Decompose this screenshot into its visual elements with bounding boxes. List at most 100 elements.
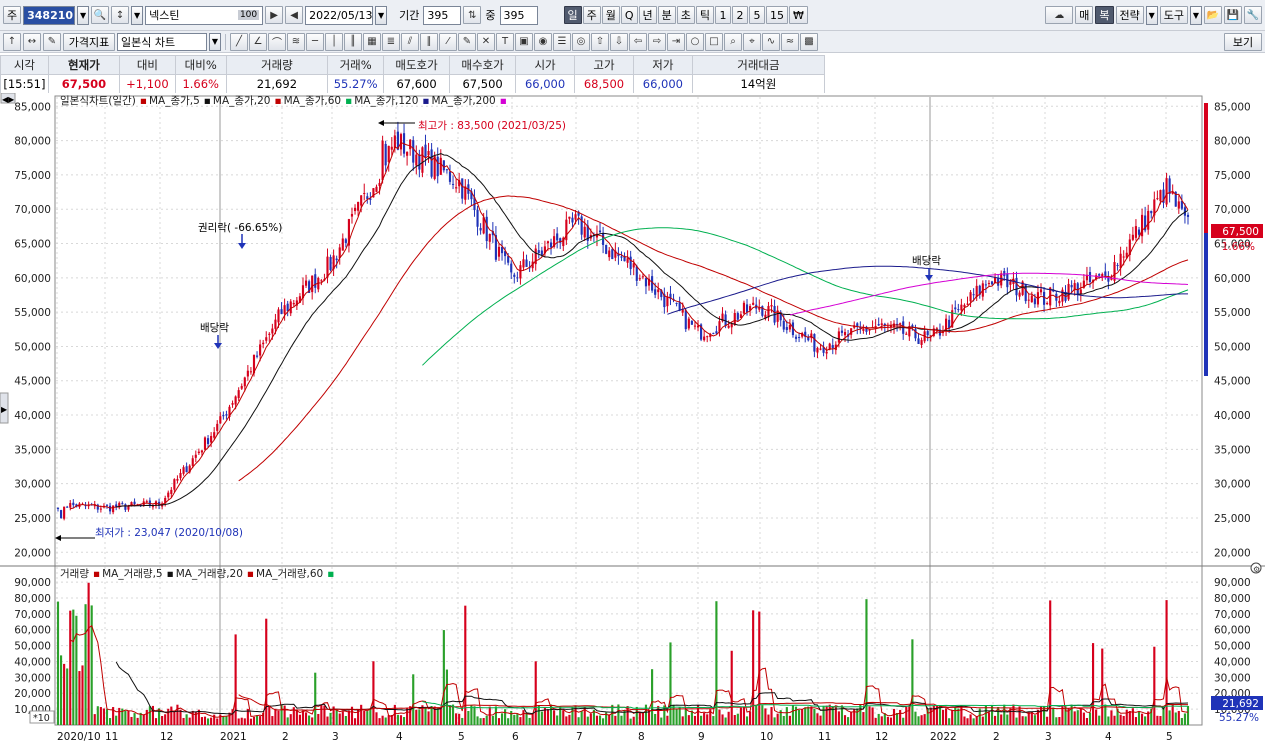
view-button[interactable]: 보기: [1224, 32, 1262, 51]
volume-bar: [99, 707, 102, 725]
timeframe-5-button[interactable]: 년: [638, 6, 657, 24]
current-price-value: 67,500: [1222, 226, 1259, 238]
square-tool-icon[interactable]: ▣: [515, 32, 533, 51]
timeframe-10-button[interactable]: 2: [732, 6, 749, 24]
label-tool-icon[interactable]: T: [496, 32, 514, 51]
stepper-icon[interactable]: ⇅: [463, 6, 482, 24]
arc-tool-icon[interactable]: ⌒: [268, 32, 286, 51]
line-tool-icon[interactable]: ╱: [230, 32, 248, 51]
hline-tool-icon[interactable]: ─: [306, 32, 324, 51]
chevron-down-icon[interactable]: ▼: [375, 5, 388, 25]
pen-tool-icon[interactable]: ✎: [458, 32, 476, 51]
settings-icon[interactable]: ⚙: [1250, 562, 1262, 574]
wave-tool-icon[interactable]: ∿: [762, 32, 780, 51]
up-tool-icon[interactable]: ⇧: [591, 32, 609, 51]
volume-bar: [703, 712, 706, 725]
circle2-tool-icon[interactable]: ○: [686, 32, 704, 51]
volume-bar: [182, 717, 185, 725]
timeframe-13-button[interactable]: ₩: [789, 6, 808, 24]
sort-icon[interactable]: ↕: [111, 6, 130, 24]
timeframe-4-button[interactable]: Q: [620, 6, 638, 24]
settings-wrench-icon[interactable]: 🔧: [1244, 6, 1262, 24]
wave2-tool-icon[interactable]: ≈: [781, 32, 799, 51]
cross-tool-icon[interactable]: ✕: [477, 32, 495, 51]
cloud-icon[interactable]: ☁: [1045, 6, 1074, 24]
volume-bar: [798, 709, 801, 725]
timeframe-6-button[interactable]: 분: [657, 6, 676, 24]
edit-icon[interactable]: ✎: [43, 32, 61, 51]
stock-name: 넥스틴: [149, 9, 180, 22]
down-tool-icon[interactable]: ⇩: [610, 32, 628, 51]
candle-body: [436, 156, 439, 177]
speed-tool-icon[interactable]: ⫽: [401, 32, 419, 51]
timeframe-11-button[interactable]: 5: [749, 6, 766, 24]
volume-tick-right: 50,000: [1214, 641, 1251, 653]
candle-body: [283, 305, 286, 314]
vline-tool-icon[interactable]: │: [325, 32, 343, 51]
period-input[interactable]: 395: [423, 5, 462, 25]
price-tick-left: 60,000: [14, 273, 51, 285]
parallel-tool-icon[interactable]: ∥: [420, 32, 438, 51]
volume-tick-right: 90,000: [1214, 577, 1251, 589]
play-right-icon[interactable]: ▶: [265, 6, 284, 24]
market-prefix-button[interactable]: 주: [3, 6, 22, 24]
circle-tool-icon[interactable]: ◉: [534, 32, 552, 51]
buy-button[interactable]: 매: [1075, 6, 1094, 24]
save-icon[interactable]: 💾: [1224, 6, 1242, 24]
stock-code-input[interactable]: 348210: [23, 5, 76, 25]
frame-tool-icon[interactable]: ▩: [800, 32, 818, 51]
timeframe-8-button[interactable]: 틱: [695, 6, 715, 24]
strategy-button[interactable]: 전략: [1115, 6, 1144, 24]
date-input[interactable]: 2022/05/13: [305, 5, 374, 25]
volume-bar: [1073, 711, 1076, 725]
volume-bar: [828, 704, 831, 725]
time-tick: 12: [160, 731, 173, 743]
arrow-up-icon[interactable]: ↑: [3, 32, 21, 51]
left-tool-icon[interactable]: ⇦: [629, 32, 647, 51]
search-icon[interactable]: 🔍: [91, 6, 110, 24]
timeframe-9-button[interactable]: 1: [715, 6, 732, 24]
timeframe-12-button[interactable]: 15: [766, 6, 789, 24]
grid-tool-icon[interactable]: ▦: [363, 32, 381, 51]
price-tick-left: 20,000: [14, 547, 51, 559]
timeframe-2-button[interactable]: 주: [582, 6, 601, 24]
name-badge: 100: [237, 10, 260, 20]
price-tick-right: 85,000: [1214, 101, 1251, 113]
chevron-down-icon[interactable]: ▼: [77, 5, 90, 25]
chevron-down-icon[interactable]: ▼: [1190, 5, 1202, 25]
channel-tool-icon[interactable]: ║: [344, 32, 362, 51]
timeframe-7-button[interactable]: 초: [676, 6, 695, 24]
ray-tool-icon[interactable]: ∠: [249, 32, 267, 51]
rect2-tool-icon[interactable]: □: [705, 32, 723, 51]
tools-button[interactable]: 도구: [1159, 6, 1188, 24]
overlap-input[interactable]: 395: [499, 5, 538, 25]
right-tool-icon[interactable]: ⇨: [648, 32, 666, 51]
folder-icon[interactable]: 📂: [1204, 6, 1222, 24]
fib-tool-icon[interactable]: ≣: [382, 32, 400, 51]
chevron-down-icon[interactable]: ▼: [209, 32, 221, 51]
multi-button[interactable]: 복: [1095, 6, 1114, 24]
down-range-bar: [1204, 233, 1208, 376]
arrows-horizontal-icon[interactable]: ↔: [23, 32, 41, 51]
chevron-down-icon[interactable]: ▼: [131, 5, 144, 25]
timeframe-1-button[interactable]: 일: [563, 6, 582, 24]
side-panel-toggle[interactable]: ▶: [0, 392, 9, 424]
price-indicator-button[interactable]: 가격지표: [63, 32, 115, 51]
play-left-icon[interactable]: ◀: [285, 6, 304, 24]
timeframe-3-button[interactable]: 월: [601, 6, 620, 24]
note-tool-icon[interactable]: ☰: [553, 32, 571, 51]
target-tool-icon[interactable]: ◎: [572, 32, 590, 51]
chevron-down-icon[interactable]: ▼: [1145, 5, 1158, 25]
zoom-tool-icon[interactable]: ⌕: [724, 32, 742, 51]
fan-tool-icon[interactable]: ≋: [287, 32, 305, 51]
volume-legend-marker: ▪: [247, 568, 254, 580]
price-legend-title: 일본식차트(일간): [60, 94, 136, 107]
chart-type-select[interactable]: 일본식 차트: [117, 32, 207, 51]
step-tool-icon[interactable]: ⇥: [667, 32, 685, 51]
expand-left-button[interactable]: ◀▶: [0, 93, 16, 104]
zoom2-tool-icon[interactable]: ⌖: [743, 32, 761, 51]
stock-chart[interactable]: 20,000 20,000 25,000 25,000 30,000 30,000 35,0…: [0, 93, 1265, 743]
trend-tool-icon[interactable]: ⁄: [439, 32, 457, 51]
candle-body: [782, 320, 785, 330]
stock-name-field[interactable]: 넥스틴 100: [145, 5, 264, 25]
